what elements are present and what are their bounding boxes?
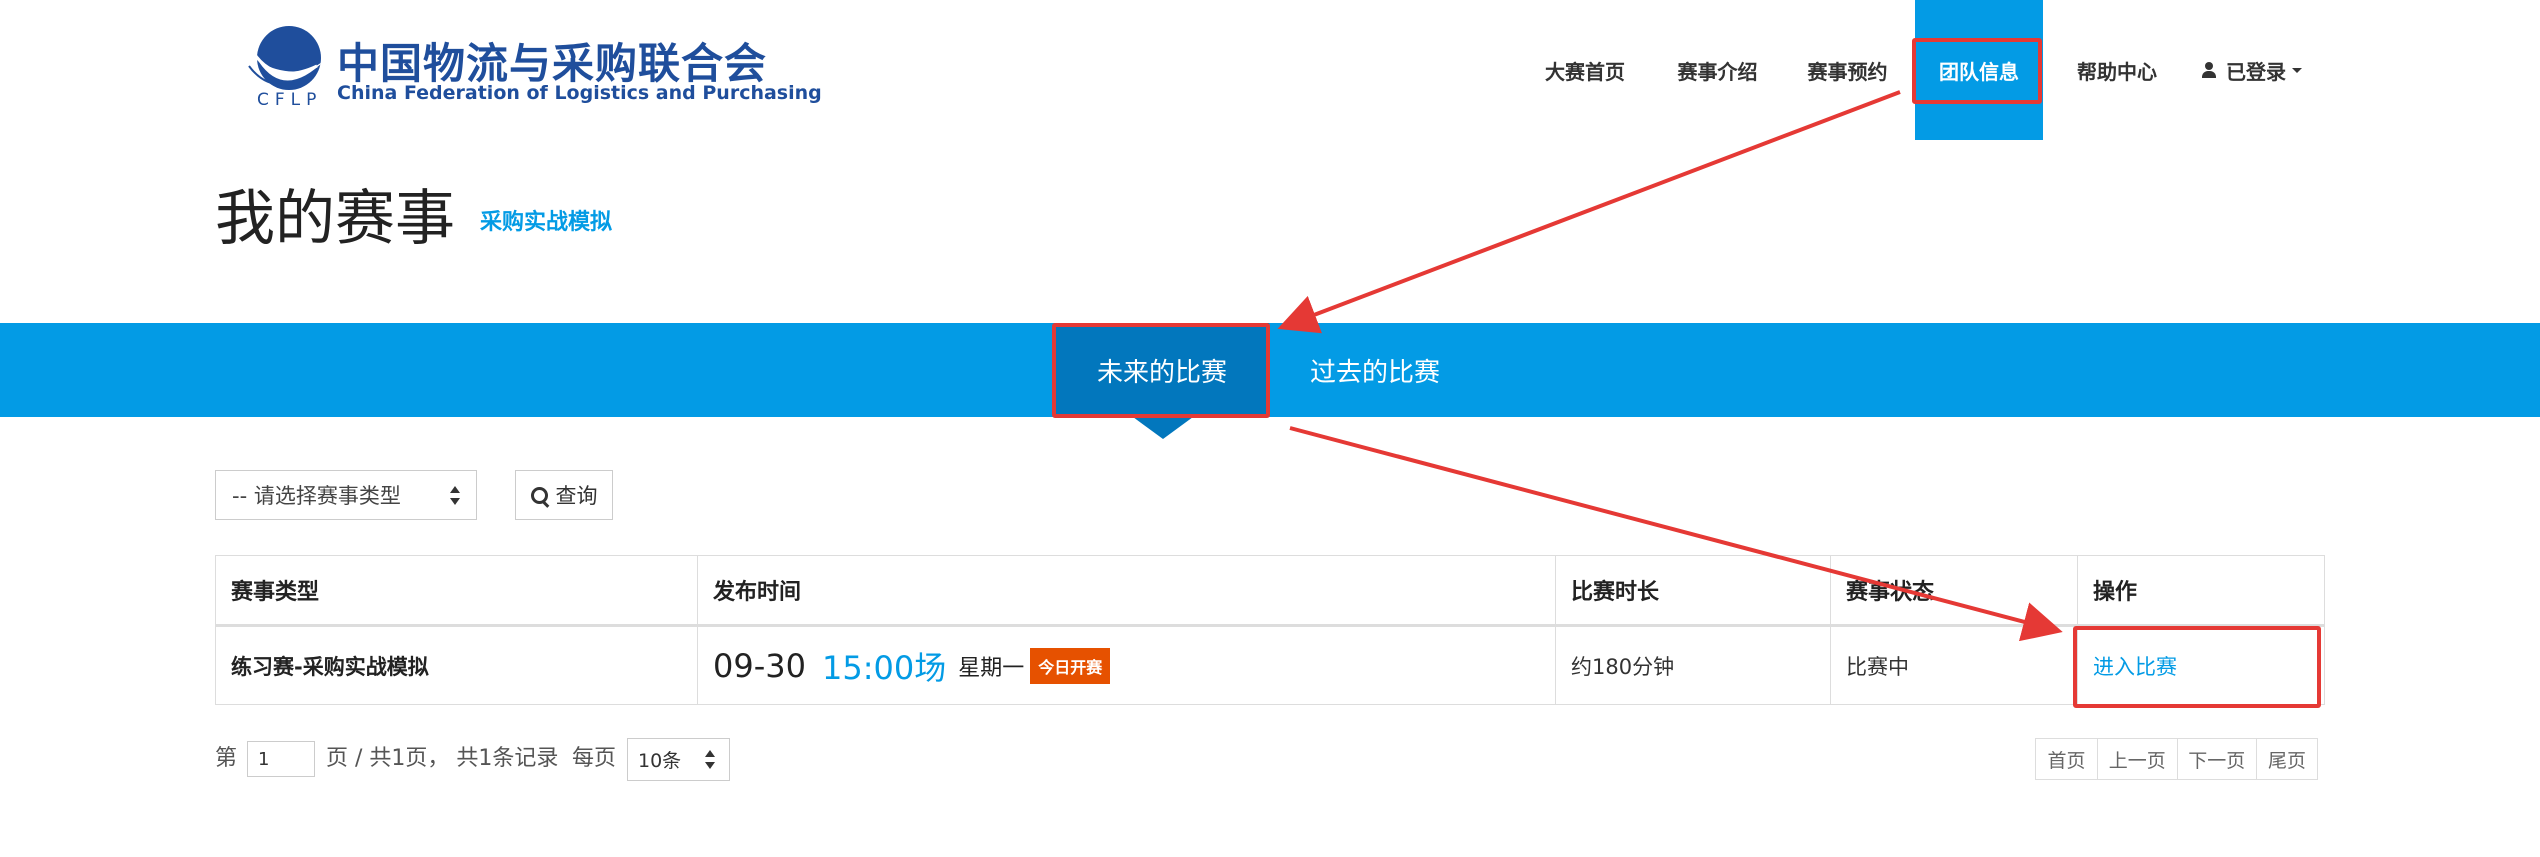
annotation-arrow (1277, 90, 1901, 334)
annotation-arrows (1277, 90, 2063, 642)
annotation-arrow (1289, 426, 2063, 642)
